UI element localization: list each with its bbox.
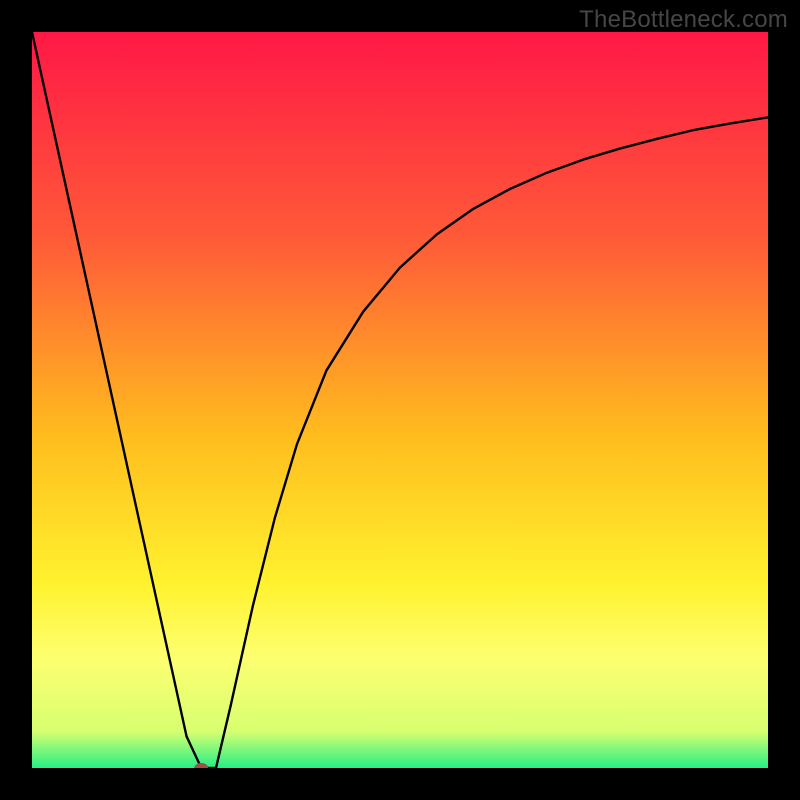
plot-area [32, 32, 768, 768]
gradient-background [32, 32, 768, 768]
plot-svg [32, 32, 768, 768]
chart-frame: TheBottleneck.com [0, 0, 800, 800]
watermark-text: TheBottleneck.com [579, 6, 788, 34]
